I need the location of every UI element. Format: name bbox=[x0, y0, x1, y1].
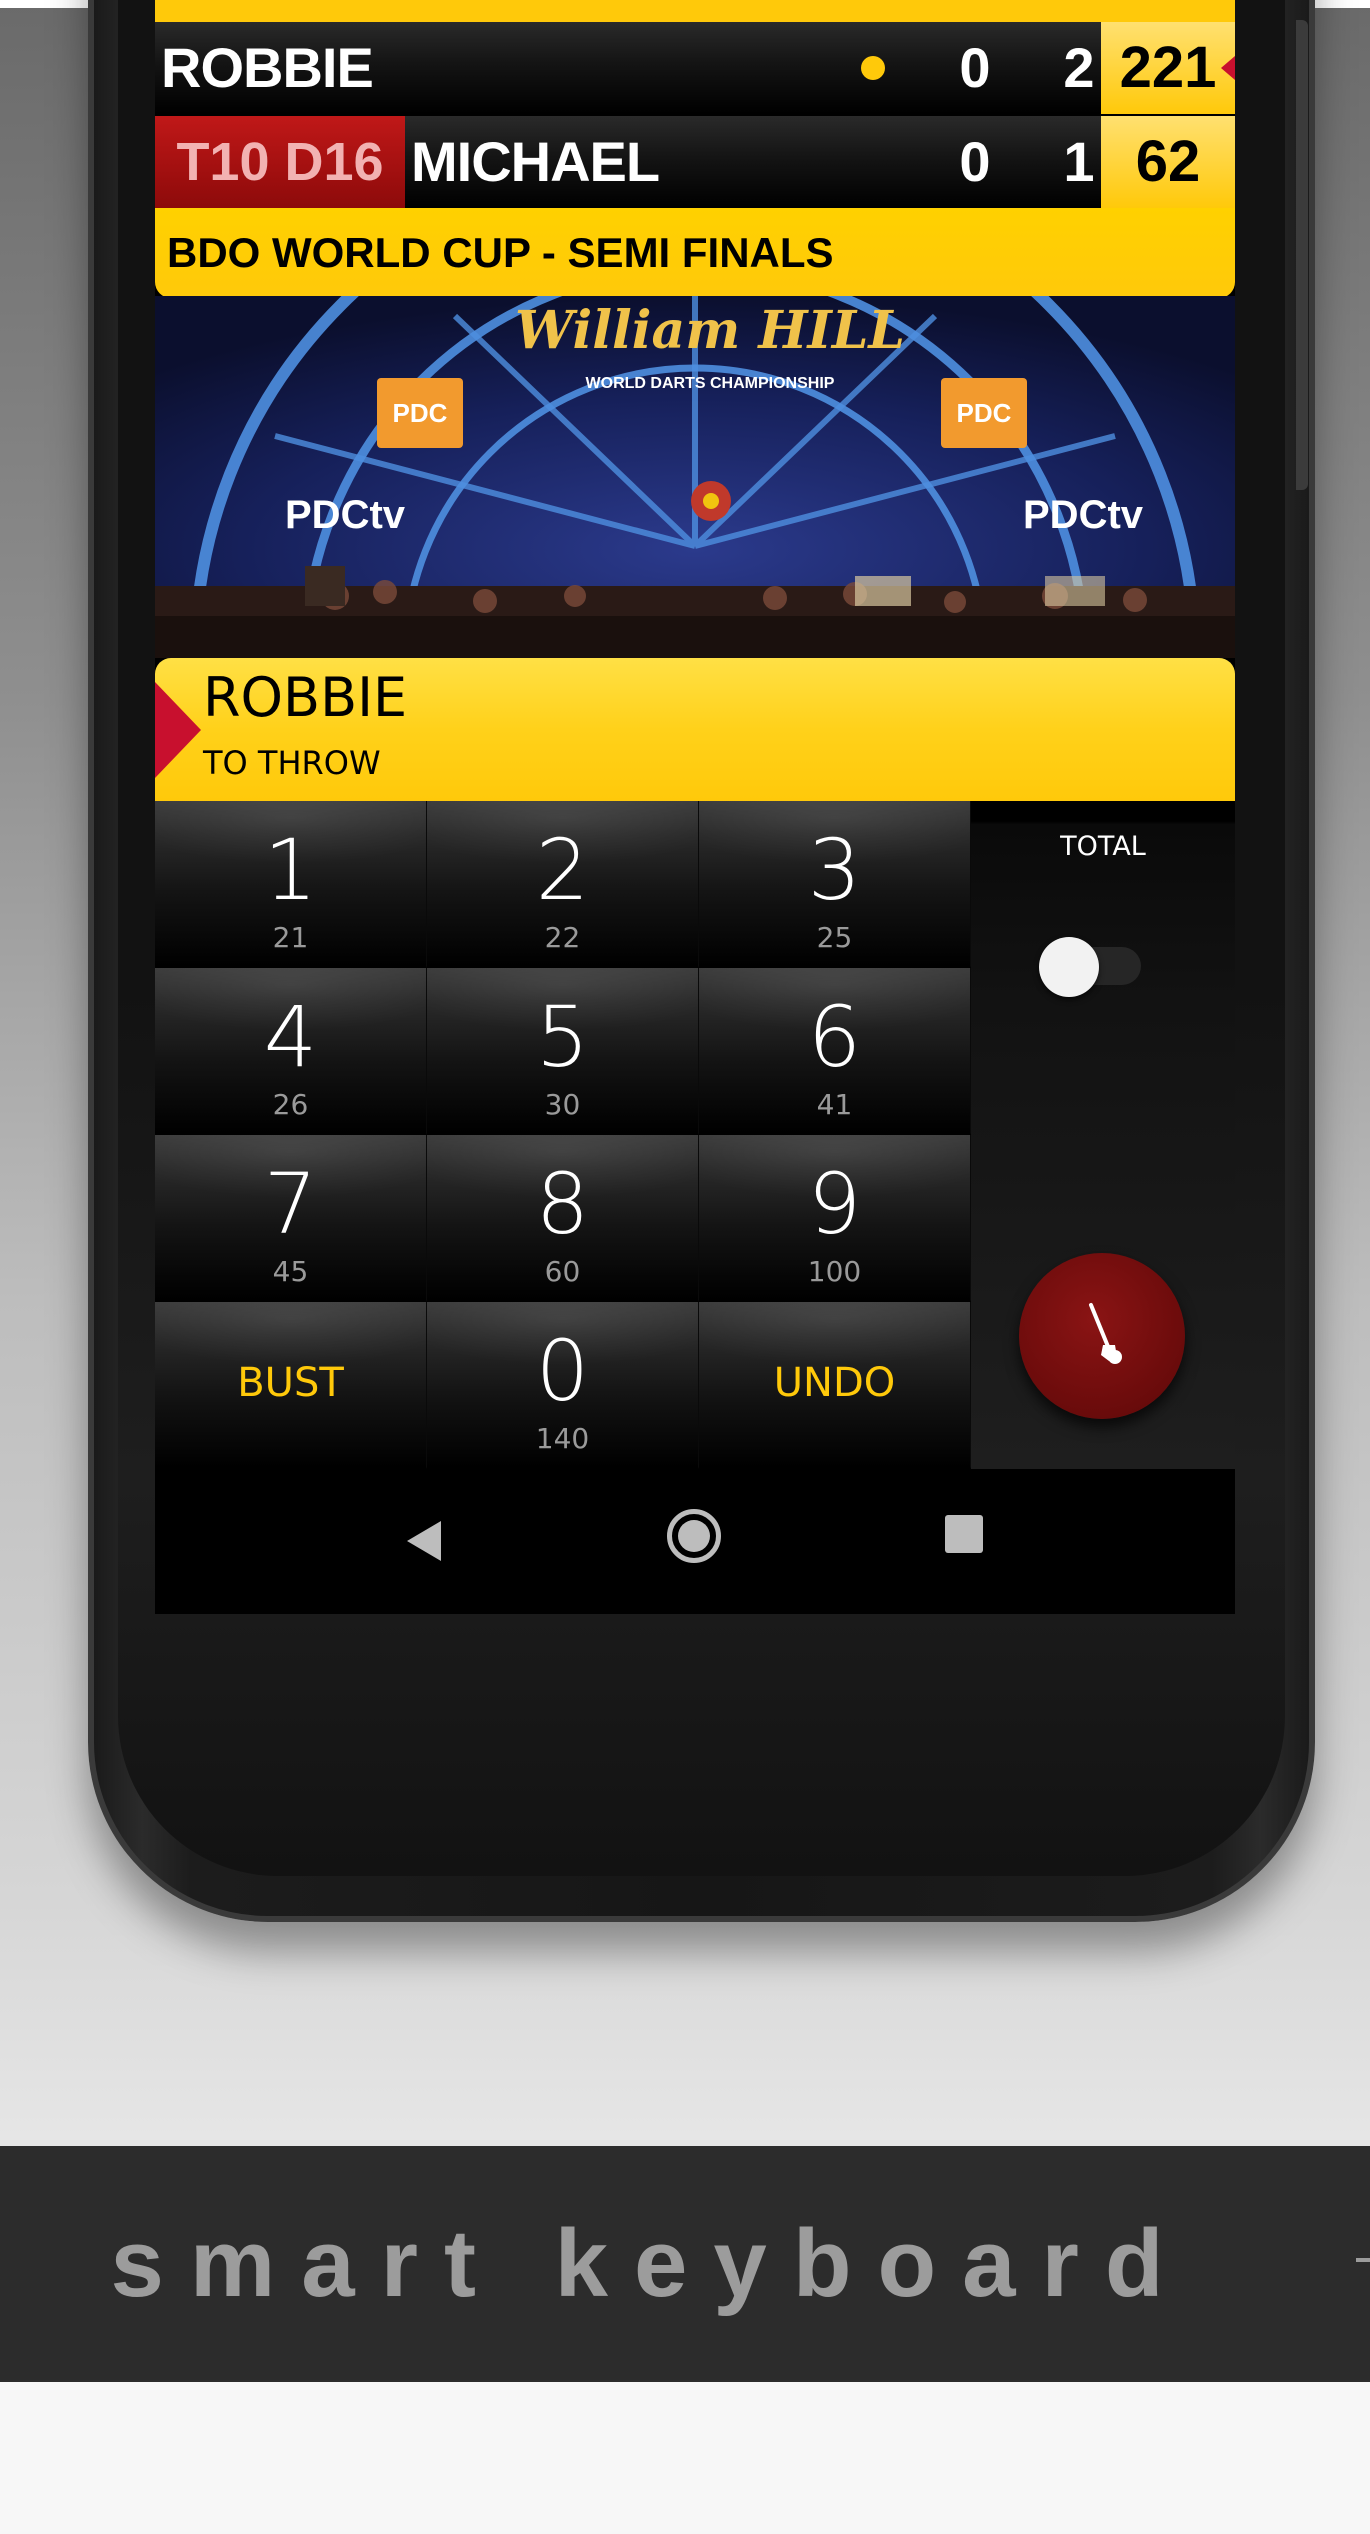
total-toggle-knob[interactable] bbox=[1039, 937, 1099, 997]
current-thrower-name: ROBBIE bbox=[203, 666, 408, 729]
bottom-area bbox=[0, 2382, 1370, 2534]
phone-screen: ROBBIE 0 2 221 T10 D16 MICHAEL 0 1 62 BD… bbox=[155, 0, 1235, 1614]
turn-arrow-icon bbox=[155, 682, 201, 778]
recents-icon[interactable] bbox=[945, 1515, 983, 1553]
key-8[interactable]: 8 60 bbox=[427, 1135, 699, 1302]
key-1[interactable]: 1 21 bbox=[155, 801, 427, 968]
total-side-panel: TOTAL bbox=[971, 801, 1235, 1469]
player1-score: 221 bbox=[1101, 22, 1235, 114]
key-0-number: 0 bbox=[535, 1322, 590, 1420]
throwing-indicator-dot bbox=[861, 56, 885, 80]
key-9[interactable]: 9 100 bbox=[699, 1135, 971, 1302]
player2-sets: 1 bbox=[1063, 130, 1095, 193]
key-5[interactable]: 5 30 bbox=[427, 968, 699, 1135]
key-7-number: 7 bbox=[263, 1155, 318, 1253]
key-3[interactable]: 3 25 bbox=[699, 801, 971, 968]
key-1-number: 1 bbox=[263, 821, 318, 919]
player1-name: ROBBIE bbox=[161, 36, 374, 99]
sponsor-right-text: PDC bbox=[957, 398, 1012, 428]
home-icon[interactable] bbox=[667, 1509, 721, 1563]
back-icon[interactable] bbox=[407, 1521, 441, 1561]
bust-button[interactable]: BUST bbox=[155, 1302, 427, 1469]
current-thrower-banner: ROBBIE TO THROW bbox=[155, 658, 1235, 801]
key-4-shortcut: 26 bbox=[272, 1088, 309, 1121]
arena-banner-image: William HILL WORLD DARTS CHAMPIONSHIP PD… bbox=[155, 296, 1235, 658]
key-2-shortcut: 22 bbox=[544, 921, 581, 954]
key-4[interactable]: 4 26 bbox=[155, 968, 427, 1135]
key-4-number: 4 bbox=[263, 988, 318, 1086]
key-6-number: 6 bbox=[807, 988, 862, 1086]
undo-label: UNDO bbox=[773, 1360, 896, 1406]
key-9-shortcut: 100 bbox=[807, 1255, 862, 1288]
scoreboard-row-player1: ROBBIE 0 2 221 bbox=[155, 22, 1235, 114]
player2-name: MICHAEL bbox=[411, 130, 660, 193]
player2-legs: 0 bbox=[959, 130, 991, 193]
key-2[interactable]: 2 22 bbox=[427, 801, 699, 968]
undo-button[interactable]: UNDO bbox=[699, 1302, 971, 1469]
event-title: BDO WORLD CUP - SEMI FINALS bbox=[155, 208, 1235, 298]
scoreboard-row-player2: T10 D16 MICHAEL 0 1 62 bbox=[155, 116, 1235, 208]
key-0[interactable]: 0 140 bbox=[427, 1302, 699, 1469]
current-thrower-label: TO THROW bbox=[203, 744, 381, 782]
key-7[interactable]: 7 45 bbox=[155, 1135, 427, 1302]
scoreboard-top-strip bbox=[155, 0, 1235, 22]
dart-action-button[interactable] bbox=[1019, 1253, 1185, 1419]
bust-label: BUST bbox=[237, 1360, 344, 1406]
android-nav-bar bbox=[155, 1469, 1235, 1614]
key-0-shortcut: 140 bbox=[535, 1422, 590, 1455]
key-8-shortcut: 60 bbox=[544, 1255, 581, 1288]
arena-logo-text: William HILL bbox=[515, 300, 905, 361]
arena-subtitle-text: WORLD DARTS CHAMPIONSHIP bbox=[586, 375, 835, 392]
key-6-shortcut: 41 bbox=[816, 1088, 853, 1121]
caption-edge-mark bbox=[1356, 2258, 1370, 2262]
key-5-number: 5 bbox=[535, 988, 590, 1086]
arena-illustration: William HILL WORLD DARTS CHAMPIONSHIP PD… bbox=[155, 296, 1235, 658]
active-player-arrow-icon bbox=[1221, 56, 1235, 80]
dart-icon bbox=[1089, 1303, 1122, 1364]
feature-caption: smart keyboard bbox=[110, 2210, 1190, 2317]
top-edge-left bbox=[0, 0, 90, 8]
tv-logo-left-text: PDCtv bbox=[285, 493, 406, 537]
player2-score: 62 bbox=[1101, 116, 1235, 208]
tv-logo-right-text: PDCtv bbox=[1023, 493, 1144, 537]
key-2-number: 2 bbox=[535, 821, 590, 919]
checkout-hint: T10 D16 bbox=[155, 116, 405, 208]
key-3-number: 3 bbox=[807, 821, 862, 919]
key-7-shortcut: 45 bbox=[272, 1255, 309, 1288]
player1-legs: 0 bbox=[959, 36, 991, 99]
player1-sets: 2 bbox=[1063, 36, 1095, 99]
key-5-shortcut: 30 bbox=[544, 1088, 581, 1121]
key-3-shortcut: 25 bbox=[816, 921, 853, 954]
key-8-number: 8 bbox=[535, 1155, 590, 1253]
score-keypad: 1 21 2 22 3 25 4 26 5 30 6 41 7 45 8 60 … bbox=[155, 801, 971, 1469]
sponsor-left-text: PDC bbox=[393, 398, 448, 428]
caption-band: smart keyboard bbox=[0, 2146, 1370, 2382]
phone-side-button bbox=[1296, 20, 1308, 490]
total-label: TOTAL bbox=[1060, 831, 1146, 862]
key-1-shortcut: 21 bbox=[272, 921, 309, 954]
key-9-number: 9 bbox=[807, 1155, 862, 1253]
key-6[interactable]: 6 41 bbox=[699, 968, 971, 1135]
